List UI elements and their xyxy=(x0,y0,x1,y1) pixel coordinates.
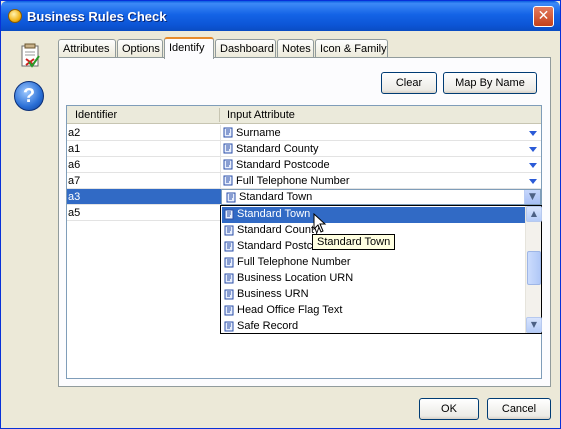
tab-identify[interactable]: Identify xyxy=(164,37,214,59)
header-identifier[interactable]: Identifier xyxy=(75,109,117,121)
map-by-name-button[interactable]: Map By Name xyxy=(443,72,537,94)
tab-icon-family[interactable]: Icon & Family xyxy=(315,39,388,58)
row-identifier: a1 xyxy=(68,143,81,155)
chevron-down-icon[interactable]: ▼ xyxy=(524,190,540,204)
dropdown-item[interactable]: Head Office Flag Text xyxy=(222,303,525,319)
tab-notes[interactable]: Notes xyxy=(277,39,314,58)
app-icon xyxy=(8,9,22,23)
scroll-down-icon[interactable]: ▼ xyxy=(526,317,542,333)
tab-options[interactable]: Options xyxy=(117,39,163,58)
dropdown-arrow-icon[interactable] xyxy=(529,163,537,168)
attribute-combo[interactable]: Standard Town ▼ xyxy=(221,189,541,205)
help-icon[interactable]: ? xyxy=(14,81,44,111)
clear-button[interactable]: Clear xyxy=(381,72,437,94)
dropdown-arrow-icon[interactable] xyxy=(529,147,537,152)
dropdown-item-label: Full Telephone Number xyxy=(237,256,351,268)
tab-attributes[interactable]: Attributes xyxy=(58,39,116,58)
attribute-icon xyxy=(226,192,236,203)
table-row-selected[interactable]: a3 Standard Town ▼ xyxy=(67,189,541,205)
dropdown-item-label: Business URN xyxy=(237,288,309,300)
attribute-icon xyxy=(224,321,234,332)
ok-button[interactable]: OK xyxy=(419,398,479,420)
row-identifier: a3 xyxy=(68,191,81,203)
attribute-icon xyxy=(223,159,233,170)
attribute-cell[interactable]: Standard County xyxy=(220,141,541,157)
attribute-cell[interactable]: Standard Postcode xyxy=(220,157,541,173)
dropdown-item-label: Head Office Flag Text xyxy=(237,304,343,316)
combo-value: Standard Town xyxy=(239,191,313,203)
dialog-window: Business Rules Check ✕ ? Attributes Opti… xyxy=(0,0,561,429)
window-title: Business Rules Check xyxy=(27,9,167,24)
attribute-icon xyxy=(224,273,234,284)
attribute-dropdown-list[interactable]: Standard Town Standard County Standard P… xyxy=(220,205,542,334)
attribute-icon xyxy=(224,305,234,316)
table-header: Identifier Input Attribute xyxy=(67,106,541,124)
attribute-icon xyxy=(223,143,233,154)
dropdown-item-label: Business Location URN xyxy=(237,272,354,284)
dropdown-arrow-icon[interactable] xyxy=(529,179,537,184)
attribute-icon xyxy=(224,257,234,268)
title-bar[interactable]: Business Rules Check ✕ xyxy=(1,1,560,31)
attribute-value: Standard Postcode xyxy=(236,159,330,171)
dropdown-item[interactable]: Safe Record xyxy=(222,319,525,335)
attribute-value: Surname xyxy=(236,127,281,139)
dropdown-item-selected[interactable]: Standard Town xyxy=(222,207,525,223)
row-identifier: a6 xyxy=(68,159,81,171)
header-divider[interactable] xyxy=(219,108,220,122)
table-row[interactable]: a6 Standard Postcode xyxy=(67,157,541,173)
header-input-attribute[interactable]: Input Attribute xyxy=(227,109,295,121)
dropdown-item-label: Standard County xyxy=(237,224,320,236)
tab-dashboard[interactable]: Dashboard xyxy=(215,39,276,58)
table-row[interactable]: a1 Standard County xyxy=(67,141,541,157)
attribute-icon xyxy=(223,127,233,138)
row-identifier: a7 xyxy=(68,175,81,187)
dropdown-item[interactable]: Business URN xyxy=(222,287,525,303)
attribute-cell[interactable]: Full Telephone Number xyxy=(220,173,541,189)
dropdown-item-label: Standard Town xyxy=(237,208,311,220)
attribute-icon xyxy=(224,241,234,252)
attribute-value: Full Telephone Number xyxy=(236,175,350,187)
attribute-icon xyxy=(224,209,234,220)
dropdown-item[interactable]: Business Location URN xyxy=(222,271,525,287)
close-button[interactable]: ✕ xyxy=(533,6,554,27)
dropdown-arrow-icon[interactable] xyxy=(529,131,537,136)
attribute-icon xyxy=(224,289,234,300)
dropdown-scrollbar[interactable]: ▲ ▼ xyxy=(525,206,542,333)
scroll-up-icon[interactable]: ▲ xyxy=(526,206,542,222)
table-row[interactable]: a7 Full Telephone Number xyxy=(67,173,541,189)
attribute-value: Standard County xyxy=(236,143,319,155)
row-identifier: a2 xyxy=(68,127,81,139)
dropdown-item-label: Safe Record xyxy=(237,320,299,332)
mouse-pointer-icon xyxy=(313,213,327,233)
row-identifier: a5 xyxy=(68,207,81,219)
attribute-cell[interactable]: Surname xyxy=(220,125,541,141)
dropdown-item[interactable]: Full Telephone Number xyxy=(222,255,525,271)
scroll-thumb[interactable] xyxy=(527,251,541,285)
cancel-button[interactable]: Cancel xyxy=(487,398,551,420)
table-row[interactable]: a2 Surname xyxy=(67,125,541,141)
close-icon: ✕ xyxy=(537,8,550,24)
rules-check-icon xyxy=(21,43,40,68)
attribute-icon xyxy=(223,175,233,186)
item-tooltip: Standard Town xyxy=(312,234,396,250)
attribute-icon xyxy=(224,225,234,236)
